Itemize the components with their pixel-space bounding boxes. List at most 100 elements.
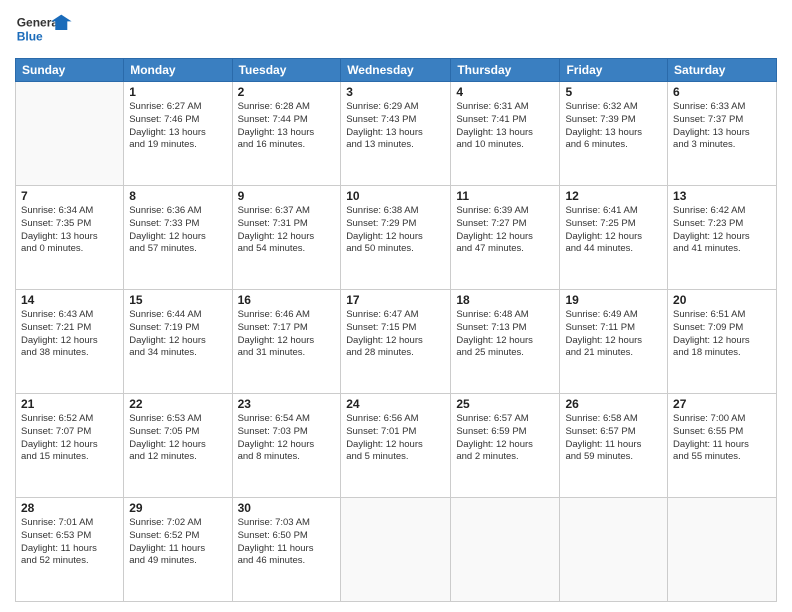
day-cell: 28 Sunrise: 7:01 AM Sunset: 6:53 PM Dayli… [16, 498, 124, 602]
day-info: Sunrise: 6:51 AM Sunset: 7:09 PM Dayligh… [673, 309, 771, 360]
header: General Blue [15, 10, 777, 50]
day-info: Sunrise: 6:41 AM Sunset: 7:25 PM Dayligh… [565, 205, 662, 256]
weekday-header-saturday: Saturday [668, 59, 777, 82]
day-info: Sunrise: 6:31 AM Sunset: 7:41 PM Dayligh… [456, 101, 554, 152]
day-number: 30 [238, 501, 336, 515]
weekday-header-row: SundayMondayTuesdayWednesdayThursdayFrid… [16, 59, 777, 82]
day-number: 29 [129, 501, 226, 515]
day-cell: 30 Sunrise: 7:03 AM Sunset: 6:50 PM Dayli… [232, 498, 341, 602]
svg-text:Blue: Blue [17, 29, 43, 43]
day-info: Sunrise: 6:48 AM Sunset: 7:13 PM Dayligh… [456, 309, 554, 360]
day-info: Sunrise: 6:29 AM Sunset: 7:43 PM Dayligh… [346, 101, 445, 152]
day-cell: 16 Sunrise: 6:46 AM Sunset: 7:17 PM Dayli… [232, 290, 341, 394]
day-info: Sunrise: 7:02 AM Sunset: 6:52 PM Dayligh… [129, 517, 226, 568]
day-cell: 3 Sunrise: 6:29 AM Sunset: 7:43 PM Daylig… [341, 82, 451, 186]
day-number: 1 [129, 85, 226, 99]
weekday-header-wednesday: Wednesday [341, 59, 451, 82]
day-info: Sunrise: 6:57 AM Sunset: 6:59 PM Dayligh… [456, 413, 554, 464]
day-number: 6 [673, 85, 771, 99]
day-cell: 29 Sunrise: 7:02 AM Sunset: 6:52 PM Dayli… [124, 498, 232, 602]
day-info: Sunrise: 6:56 AM Sunset: 7:01 PM Dayligh… [346, 413, 445, 464]
week-row-3: 21Sunrise: 6:52 AM Sunset: 7:07 PM Dayli… [16, 394, 777, 498]
day-number: 10 [346, 189, 445, 203]
calendar-page: General Blue SundayMondayTuesdayWednesda… [0, 0, 792, 612]
day-info: Sunrise: 6:52 AM Sunset: 7:07 PM Dayligh… [21, 413, 118, 464]
day-number: 17 [346, 293, 445, 307]
weekday-header-thursday: Thursday [451, 59, 560, 82]
day-cell: 21Sunrise: 6:52 AM Sunset: 7:07 PM Dayli… [16, 394, 124, 498]
day-cell: 1Sunrise: 6:27 AM Sunset: 7:46 PM Daylig… [124, 82, 232, 186]
day-cell: 10 Sunrise: 6:38 AM Sunset: 7:29 PM Dayli… [341, 186, 451, 290]
day-number: 4 [456, 85, 554, 99]
week-row-2: 14 Sunrise: 6:43 AM Sunset: 7:21 PM Dayli… [16, 290, 777, 394]
weekday-header-friday: Friday [560, 59, 668, 82]
day-number: 20 [673, 293, 771, 307]
day-cell: 11Sunrise: 6:39 AM Sunset: 7:27 PM Dayli… [451, 186, 560, 290]
day-number: 18 [456, 293, 554, 307]
day-cell [16, 82, 124, 186]
day-cell: 12 Sunrise: 6:41 AM Sunset: 7:25 PM Dayli… [560, 186, 668, 290]
day-cell: 18 Sunrise: 6:48 AM Sunset: 7:13 PM Dayli… [451, 290, 560, 394]
day-info: Sunrise: 6:46 AM Sunset: 7:17 PM Dayligh… [238, 309, 336, 360]
weekday-header-sunday: Sunday [16, 59, 124, 82]
day-info: Sunrise: 6:47 AM Sunset: 7:15 PM Dayligh… [346, 309, 445, 360]
day-cell: 27Sunrise: 7:00 AM Sunset: 6:55 PM Dayli… [668, 394, 777, 498]
day-info: Sunrise: 7:01 AM Sunset: 6:53 PM Dayligh… [21, 517, 118, 568]
week-row-1: 7 Sunrise: 6:34 AM Sunset: 7:35 PM Daylig… [16, 186, 777, 290]
day-cell: 17 Sunrise: 6:47 AM Sunset: 7:15 PM Dayli… [341, 290, 451, 394]
weekday-header-monday: Monday [124, 59, 232, 82]
day-info: Sunrise: 6:43 AM Sunset: 7:21 PM Dayligh… [21, 309, 118, 360]
day-info: Sunrise: 7:00 AM Sunset: 6:55 PM Dayligh… [673, 413, 771, 464]
day-number: 24 [346, 397, 445, 411]
day-number: 5 [565, 85, 662, 99]
day-info: Sunrise: 6:58 AM Sunset: 6:57 PM Dayligh… [565, 413, 662, 464]
day-cell [341, 498, 451, 602]
day-info: Sunrise: 6:33 AM Sunset: 7:37 PM Dayligh… [673, 101, 771, 152]
day-number: 16 [238, 293, 336, 307]
day-info: Sunrise: 6:37 AM Sunset: 7:31 PM Dayligh… [238, 205, 336, 256]
day-number: 7 [21, 189, 118, 203]
day-number: 25 [456, 397, 554, 411]
day-number: 15 [129, 293, 226, 307]
day-cell: 25 Sunrise: 6:57 AM Sunset: 6:59 PM Dayli… [451, 394, 560, 498]
day-number: 8 [129, 189, 226, 203]
day-info: Sunrise: 6:32 AM Sunset: 7:39 PM Dayligh… [565, 101, 662, 152]
day-cell: 26 Sunrise: 6:58 AM Sunset: 6:57 PM Dayli… [560, 394, 668, 498]
day-cell [560, 498, 668, 602]
day-info: Sunrise: 6:44 AM Sunset: 7:19 PM Dayligh… [129, 309, 226, 360]
day-number: 28 [21, 501, 118, 515]
day-cell [668, 498, 777, 602]
day-cell: 6 Sunrise: 6:33 AM Sunset: 7:37 PM Daylig… [668, 82, 777, 186]
day-info: Sunrise: 6:34 AM Sunset: 7:35 PM Dayligh… [21, 205, 118, 256]
day-info: Sunrise: 6:39 AM Sunset: 7:27 PM Dayligh… [456, 205, 554, 256]
day-cell: 2Sunrise: 6:28 AM Sunset: 7:44 PM Daylig… [232, 82, 341, 186]
day-info: Sunrise: 6:38 AM Sunset: 7:29 PM Dayligh… [346, 205, 445, 256]
day-cell: 20 Sunrise: 6:51 AM Sunset: 7:09 PM Dayli… [668, 290, 777, 394]
day-cell: 19Sunrise: 6:49 AM Sunset: 7:11 PM Dayli… [560, 290, 668, 394]
day-number: 26 [565, 397, 662, 411]
logo: General Blue [15, 10, 75, 50]
day-cell: 9 Sunrise: 6:37 AM Sunset: 7:31 PM Daylig… [232, 186, 341, 290]
day-cell: 15 Sunrise: 6:44 AM Sunset: 7:19 PM Dayli… [124, 290, 232, 394]
week-row-0: 1Sunrise: 6:27 AM Sunset: 7:46 PM Daylig… [16, 82, 777, 186]
day-number: 23 [238, 397, 336, 411]
day-cell: 14 Sunrise: 6:43 AM Sunset: 7:21 PM Dayli… [16, 290, 124, 394]
day-number: 3 [346, 85, 445, 99]
svg-text:General: General [17, 16, 62, 30]
day-cell: 23Sunrise: 6:54 AM Sunset: 7:03 PM Dayli… [232, 394, 341, 498]
day-number: 14 [21, 293, 118, 307]
calendar-table: SundayMondayTuesdayWednesdayThursdayFrid… [15, 58, 777, 602]
day-number: 9 [238, 189, 336, 203]
day-number: 19 [565, 293, 662, 307]
day-cell: 8Sunrise: 6:36 AM Sunset: 7:33 PM Daylig… [124, 186, 232, 290]
day-cell [451, 498, 560, 602]
day-number: 13 [673, 189, 771, 203]
day-cell: 4 Sunrise: 6:31 AM Sunset: 7:41 PM Daylig… [451, 82, 560, 186]
day-info: Sunrise: 6:53 AM Sunset: 7:05 PM Dayligh… [129, 413, 226, 464]
day-cell: 7 Sunrise: 6:34 AM Sunset: 7:35 PM Daylig… [16, 186, 124, 290]
day-info: Sunrise: 7:03 AM Sunset: 6:50 PM Dayligh… [238, 517, 336, 568]
day-cell: 24 Sunrise: 6:56 AM Sunset: 7:01 PM Dayli… [341, 394, 451, 498]
day-number: 2 [238, 85, 336, 99]
day-number: 12 [565, 189, 662, 203]
day-number: 22 [129, 397, 226, 411]
